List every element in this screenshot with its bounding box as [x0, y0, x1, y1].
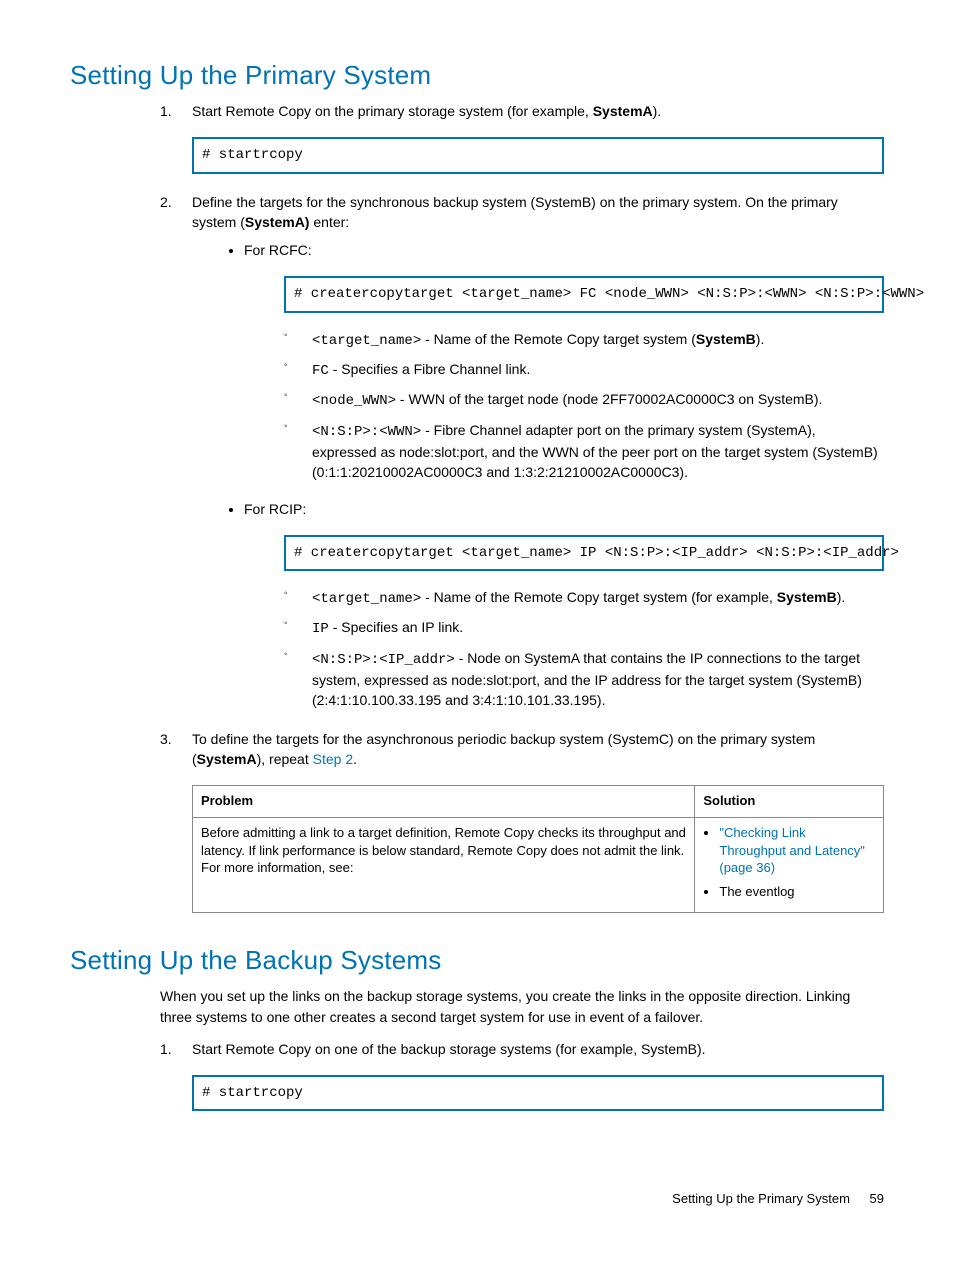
- throughput-link[interactable]: "Checking Link Throughput and Latency" (…: [719, 825, 865, 875]
- heading-backup-systems: Setting Up the Backup Systems: [70, 945, 884, 976]
- table-header-row: Problem Solution: [193, 786, 884, 818]
- step-2-link[interactable]: Step 2: [313, 751, 353, 767]
- rcfc-def-target-name: <target_name> - Name of the Remote Copy …: [284, 329, 884, 351]
- rcfc-def-nsp-wwn: <N:S:P>:<WWN> - Fibre Channel adapter po…: [284, 420, 884, 483]
- step-3-text: To define the targets for the asynchrono…: [192, 731, 815, 767]
- rcip-item: For RCIP: # creatercopytarget <target_na…: [244, 499, 884, 711]
- rcip-definitions: <target_name> - Name of the Remote Copy …: [284, 587, 884, 710]
- footer-section-title: Setting Up the Primary System: [672, 1191, 850, 1206]
- step-1-text: Start Remote Copy on the primary storage…: [192, 103, 661, 119]
- solution-item-eventlog: The eventlog: [719, 883, 875, 901]
- backup-step-1-number: 1.: [160, 1039, 172, 1059]
- rcfc-label: For RCFC:: [244, 242, 312, 258]
- step-1-code-box: # startrcopy: [192, 137, 884, 173]
- step-2: 2. Define the targets for the synchronou…: [160, 192, 884, 711]
- step-3-number: 3.: [160, 729, 172, 749]
- step-1: 1. Start Remote Copy on the primary stor…: [160, 101, 884, 174]
- table-header-problem: Problem: [193, 786, 695, 818]
- rcip-code-box: # creatercopytarget <target_name> IP <N:…: [284, 535, 884, 571]
- rcip-def-target-name: <target_name> - Name of the Remote Copy …: [284, 587, 884, 609]
- rcfc-def-node-wwn: <node_WWN> - WWN of the target node (nod…: [284, 389, 884, 411]
- primary-steps-list: 1. Start Remote Copy on the primary stor…: [160, 101, 884, 913]
- rcip-label: For RCIP:: [244, 501, 306, 517]
- step-3: 3. To define the targets for the asynchr…: [160, 729, 884, 914]
- table-cell-solution: "Checking Link Throughput and Latency" (…: [695, 818, 884, 913]
- footer-page-number: 59: [870, 1191, 884, 1206]
- rcip-def-ip: IP - Specifies an IP link.: [284, 617, 884, 639]
- backup-intro-text: When you set up the links on the backup …: [160, 986, 884, 1027]
- step-2-number: 2.: [160, 192, 172, 212]
- problem-solution-table: Problem Solution Before admitting a link…: [192, 785, 884, 913]
- backup-step-1-code-box: # startrcopy: [192, 1075, 884, 1111]
- table-row: Before admitting a link to a target defi…: [193, 818, 884, 913]
- rcip-def-nsp-ip: <N:S:P>:<IP_addr> - Node on SystemA that…: [284, 648, 884, 711]
- page-footer: Setting Up the Primary System 59: [70, 1191, 884, 1206]
- step-2-sublist: For RCFC: # creatercopytarget <target_na…: [244, 240, 884, 710]
- rcfc-item: For RCFC: # creatercopytarget <target_na…: [244, 240, 884, 482]
- backup-steps-list: 1. Start Remote Copy on one of the backu…: [160, 1039, 884, 1112]
- step-2-text: Define the targets for the synchronous b…: [192, 194, 838, 230]
- backup-step-1-text: Start Remote Copy on one of the backup s…: [192, 1041, 706, 1057]
- solution-item-link: "Checking Link Throughput and Latency" (…: [719, 824, 875, 877]
- rcfc-definitions: <target_name> - Name of the Remote Copy …: [284, 329, 884, 483]
- rcfc-def-fc: FC - Specifies a Fibre Channel link.: [284, 359, 884, 381]
- table-header-solution: Solution: [695, 786, 884, 818]
- step-1-number: 1.: [160, 101, 172, 121]
- backup-step-1: 1. Start Remote Copy on one of the backu…: [160, 1039, 884, 1112]
- heading-primary-system: Setting Up the Primary System: [70, 60, 884, 91]
- rcfc-code-box: # creatercopytarget <target_name> FC <no…: [284, 276, 884, 312]
- table-cell-problem: Before admitting a link to a target defi…: [193, 818, 695, 913]
